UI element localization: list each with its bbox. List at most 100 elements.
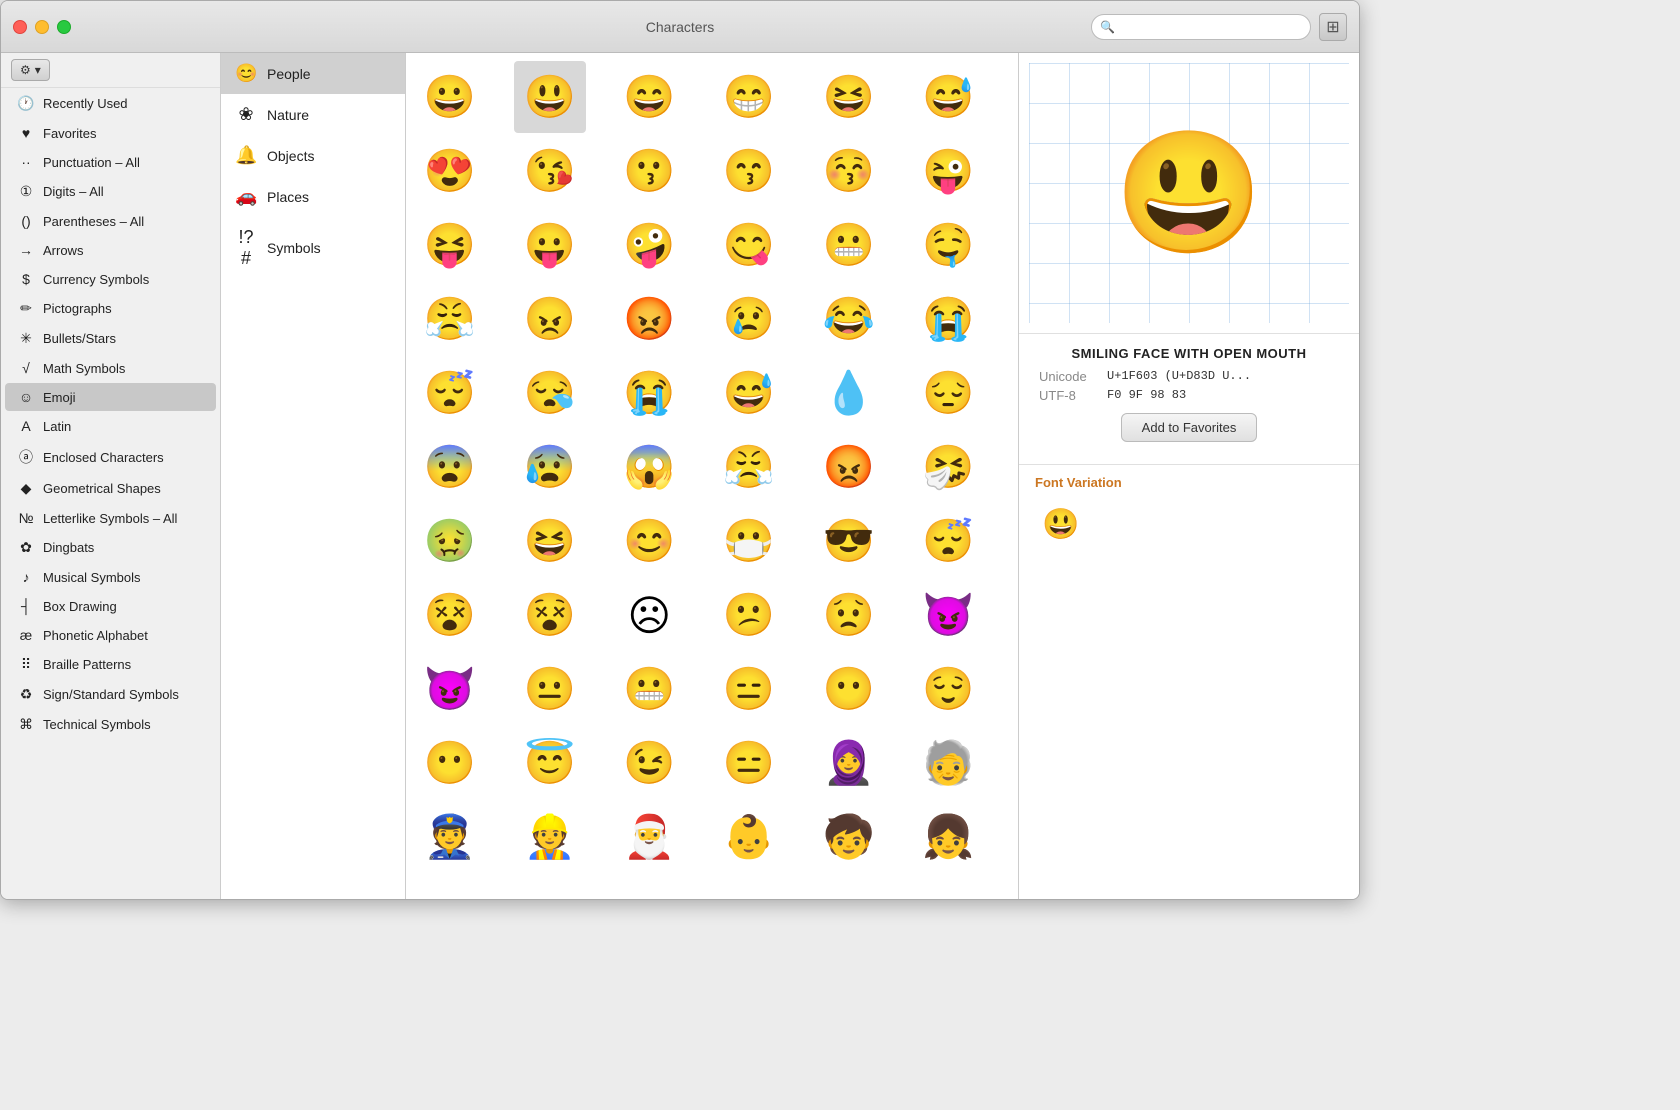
emoji-cell[interactable]: 😚 bbox=[813, 135, 885, 207]
emoji-cell[interactable]: 😄 bbox=[613, 61, 685, 133]
maximize-button[interactable] bbox=[57, 20, 71, 34]
minimize-button[interactable] bbox=[35, 20, 49, 34]
emoji-cell[interactable]: 🧒 bbox=[813, 801, 885, 873]
emoji-cell[interactable]: 😶 bbox=[414, 727, 486, 799]
sidebar-item-phonetic[interactable]: æ Phonetic Alphabet bbox=[5, 621, 216, 649]
sidebar-item-digits[interactable]: ① Digits – All bbox=[5, 177, 216, 206]
category-item-symbols[interactable]: !?# Symbols bbox=[221, 217, 405, 279]
emoji-cell[interactable]: 😬 bbox=[813, 209, 885, 281]
emoji-cell[interactable]: 😜 bbox=[912, 135, 984, 207]
emoji-cell[interactable]: 😆 bbox=[813, 61, 885, 133]
emoji-cell[interactable]: 😑 bbox=[713, 727, 785, 799]
emoji-cell[interactable]: 🤢 bbox=[414, 505, 486, 577]
emoji-cell[interactable]: 😨 bbox=[414, 431, 486, 503]
emoji-cell[interactable]: 😪 bbox=[514, 357, 586, 429]
sidebar-item-parentheses[interactable]: () Parentheses – All bbox=[5, 207, 216, 235]
sidebar-item-bullets[interactable]: ✳ Bullets/Stars bbox=[5, 324, 216, 353]
emoji-cell[interactable]: 😌 bbox=[912, 653, 984, 725]
emoji-grid-panel[interactable]: 😀😃😄😁😆😅😍😘😗😙😚😜😝😛🤪😋😬🤤😤😠😡😢😂😭😴😪😭😅💧😔😨😰😱😤😡🤧🤢😆😊😷… bbox=[406, 53, 1019, 899]
emoji-cell[interactable]: 😁 bbox=[713, 61, 785, 133]
emoji-cell[interactable]: 😝 bbox=[414, 209, 486, 281]
emoji-cell[interactable]: 😤 bbox=[713, 431, 785, 503]
emoji-cell[interactable]: 😑 bbox=[713, 653, 785, 725]
emoji-cell[interactable]: 😀 bbox=[414, 61, 486, 133]
emoji-cell[interactable]: 😘 bbox=[514, 135, 586, 207]
sidebar-item-punctuation[interactable]: ·· Punctuation – All bbox=[5, 148, 216, 176]
emoji-cell[interactable]: 😷 bbox=[713, 505, 785, 577]
close-button[interactable] bbox=[13, 20, 27, 34]
sidebar-item-sign[interactable]: ♻ Sign/Standard Symbols bbox=[5, 680, 216, 709]
emoji-cell[interactable]: 😡 bbox=[613, 283, 685, 355]
emoji-cell[interactable]: 😆 bbox=[514, 505, 586, 577]
emoji-cell[interactable]: 😛 bbox=[514, 209, 586, 281]
emoji-cell[interactable]: 😅 bbox=[713, 357, 785, 429]
sidebar-item-emoji[interactable]: ☺ Emoji bbox=[5, 383, 216, 411]
emoji-cell[interactable]: 😉 bbox=[613, 727, 685, 799]
emoji-cell[interactable]: 😋 bbox=[713, 209, 785, 281]
emoji-cell[interactable]: 😍 bbox=[414, 135, 486, 207]
sidebar-item-recently-used[interactable]: 🕐 Recently Used bbox=[5, 89, 216, 118]
emoji-cell[interactable]: 👧 bbox=[912, 801, 984, 873]
add-to-favorites-button[interactable]: Add to Favorites bbox=[1121, 413, 1258, 442]
grid-view-button[interactable]: ⊞ bbox=[1319, 13, 1347, 41]
emoji-cell[interactable]: 🤪 bbox=[613, 209, 685, 281]
emoji-cell[interactable]: 😭 bbox=[613, 357, 685, 429]
category-item-people[interactable]: 😊 People bbox=[221, 53, 405, 94]
emoji-cell[interactable]: 😟 bbox=[813, 579, 885, 651]
emoji-cell[interactable]: ☹ bbox=[613, 579, 685, 651]
sidebar-item-geometrical[interactable]: ◆ Geometrical Shapes bbox=[5, 474, 216, 503]
emoji-cell[interactable]: 😡 bbox=[813, 431, 885, 503]
emoji-cell[interactable]: 🤤 bbox=[912, 209, 984, 281]
sidebar-item-dingbats[interactable]: ✿ Dingbats bbox=[5, 533, 216, 562]
emoji-cell[interactable]: 😵 bbox=[414, 579, 486, 651]
emoji-cell[interactable]: 😙 bbox=[713, 135, 785, 207]
emoji-cell[interactable]: 😔 bbox=[912, 357, 984, 429]
emoji-cell[interactable]: 😅 bbox=[912, 61, 984, 133]
emoji-cell[interactable]: 😇 bbox=[514, 727, 586, 799]
font-variation-item[interactable]: 😃 bbox=[1035, 498, 1087, 550]
emoji-cell[interactable]: 😕 bbox=[713, 579, 785, 651]
emoji-cell[interactable]: 😈 bbox=[912, 579, 984, 651]
sidebar-item-technical[interactable]: ⌘ Technical Symbols bbox=[5, 710, 216, 739]
emoji-cell[interactable]: 😴 bbox=[414, 357, 486, 429]
emoji-cell[interactable]: 🤧 bbox=[912, 431, 984, 503]
emoji-cell[interactable]: 😂 bbox=[813, 283, 885, 355]
emoji-cell[interactable]: 😢 bbox=[713, 283, 785, 355]
emoji-cell[interactable]: 👷 bbox=[514, 801, 586, 873]
search-input[interactable] bbox=[1119, 19, 1302, 34]
sidebar-item-enclosed[interactable]: ⓐ Enclosed Characters bbox=[5, 441, 216, 473]
emoji-cell[interactable]: 😱 bbox=[613, 431, 685, 503]
sidebar-item-braille[interactable]: ⠿ Braille Patterns bbox=[5, 650, 216, 679]
sidebar-item-currency[interactable]: $ Currency Symbols bbox=[5, 265, 216, 293]
sidebar-item-arrows[interactable]: → Arrows bbox=[5, 236, 216, 264]
emoji-cell[interactable]: 🧕 bbox=[813, 727, 885, 799]
sidebar-item-box-drawing[interactable]: ┤ Box Drawing bbox=[5, 592, 216, 620]
category-item-places[interactable]: 🚗 Places bbox=[221, 176, 405, 217]
emoji-cell[interactable]: 😠 bbox=[514, 283, 586, 355]
emoji-cell[interactable]: 😈 bbox=[414, 653, 486, 725]
emoji-cell[interactable]: 💧 bbox=[813, 357, 885, 429]
emoji-cell[interactable]: 😴 bbox=[912, 505, 984, 577]
sidebar-item-pictographs[interactable]: ✏ Pictographs bbox=[5, 294, 216, 323]
sidebar-item-math[interactable]: √ Math Symbols bbox=[5, 354, 216, 382]
emoji-cell[interactable]: 🧓 bbox=[912, 727, 984, 799]
sidebar-item-letterlike[interactable]: № Letterlike Symbols – All bbox=[5, 504, 216, 532]
emoji-cell[interactable]: 😵 bbox=[514, 579, 586, 651]
emoji-cell[interactable]: 😎 bbox=[813, 505, 885, 577]
emoji-cell[interactable]: 😰 bbox=[514, 431, 586, 503]
emoji-cell[interactable]: 😃 bbox=[514, 61, 586, 133]
emoji-cell[interactable]: 😗 bbox=[613, 135, 685, 207]
sidebar-item-musical[interactable]: ♪ Musical Symbols bbox=[5, 563, 216, 591]
emoji-cell[interactable]: 😊 bbox=[613, 505, 685, 577]
search-box[interactable]: 🔍 bbox=[1091, 14, 1311, 40]
sidebar-item-latin[interactable]: A Latin bbox=[5, 412, 216, 440]
emoji-cell[interactable]: 😶 bbox=[813, 653, 885, 725]
sidebar-item-favorites[interactable]: ♥ Favorites bbox=[5, 119, 216, 147]
settings-button[interactable]: ⚙ ▾ bbox=[11, 59, 50, 81]
emoji-cell[interactable]: 😤 bbox=[414, 283, 486, 355]
emoji-cell[interactable]: 😐 bbox=[514, 653, 586, 725]
emoji-cell[interactable]: 👶 bbox=[713, 801, 785, 873]
category-item-objects[interactable]: 🔔 Objects bbox=[221, 135, 405, 176]
category-item-nature[interactable]: ❀ Nature bbox=[221, 94, 405, 135]
emoji-cell[interactable]: 🎅 bbox=[613, 801, 685, 873]
